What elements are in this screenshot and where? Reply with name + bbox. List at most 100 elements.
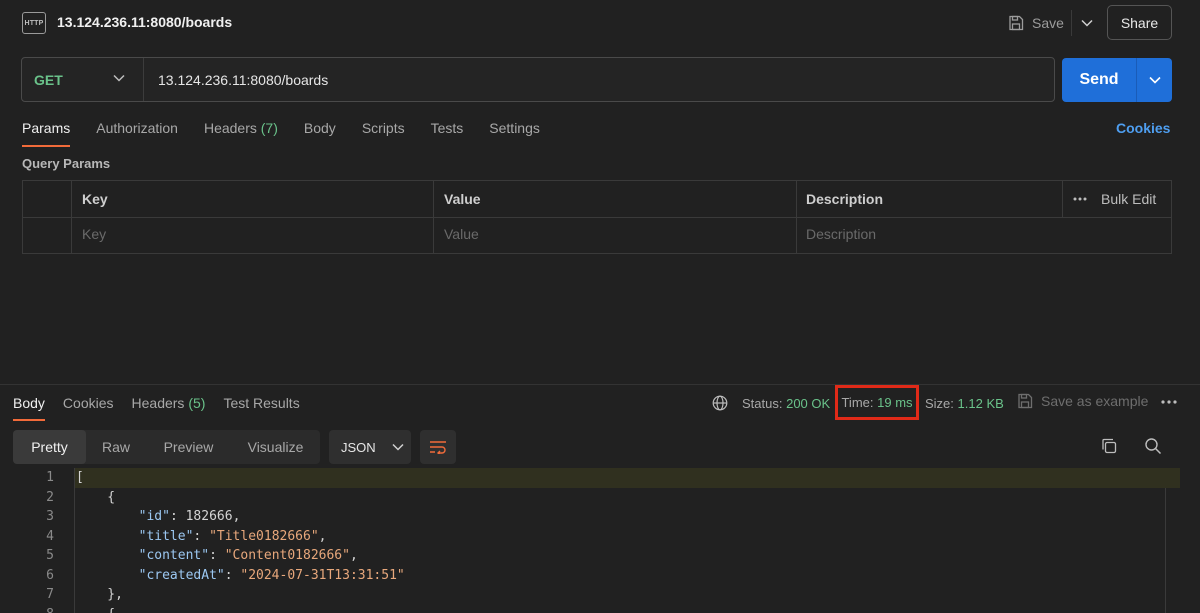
send-button[interactable]: Send xyxy=(1062,58,1136,102)
response-status[interactable]: Status: 200 OK xyxy=(742,396,830,411)
http-icon: HTTP xyxy=(22,12,46,34)
tab-label: Headers xyxy=(203,120,257,136)
share-button[interactable]: Share xyxy=(1107,5,1172,40)
format-select[interactable]: JSON xyxy=(329,430,411,464)
more-options-icon[interactable] xyxy=(1161,400,1177,404)
tab-tests[interactable]: Tests xyxy=(431,120,464,146)
chevron-down-icon xyxy=(392,443,404,451)
query-params-title: Query Params xyxy=(22,156,111,171)
line-number: 1 xyxy=(46,470,54,485)
tab-body[interactable]: Body xyxy=(304,120,336,146)
wrap-lines-button[interactable] xyxy=(420,430,456,464)
line-number: 7 xyxy=(46,587,54,602)
tab-label: Headers xyxy=(131,395,185,411)
tab-scripts[interactable]: Scripts xyxy=(362,120,405,146)
code-text: [ xyxy=(76,470,84,485)
divider xyxy=(143,58,144,101)
tab-test-results[interactable]: Test Results xyxy=(223,395,299,421)
time-label: Time: xyxy=(841,395,874,410)
json-key: "title" xyxy=(138,528,194,544)
tab-response-headers[interactable]: Headers (5) xyxy=(132,395,206,421)
save-options-button[interactable] xyxy=(1071,10,1101,36)
copy-icon[interactable] xyxy=(1100,437,1118,455)
save-icon xyxy=(1018,393,1033,409)
size-label: Size: xyxy=(925,396,954,411)
line-number: 6 xyxy=(46,567,54,583)
search-icon[interactable] xyxy=(1144,437,1162,455)
more-dots-icon xyxy=(1073,197,1087,201)
chevron-down-icon[interactable] xyxy=(113,74,125,82)
code-line: 2 { xyxy=(0,488,1180,508)
code-text: "title": "Title0182666", xyxy=(138,528,327,544)
code-text: "createdAt": "2024-07-31T13:31:51" xyxy=(138,567,405,583)
view-visualize[interactable]: Visualize xyxy=(231,430,320,464)
value-input[interactable]: Value xyxy=(444,226,479,242)
code-line: 6 "createdAt": "2024-07-31T13:31:51" xyxy=(0,566,1180,586)
json-key: "id" xyxy=(138,509,170,524)
divider xyxy=(23,217,1171,218)
divider xyxy=(1062,181,1063,217)
request-tabs: Params Authorization Headers (7) Body Sc… xyxy=(22,120,566,147)
query-params-table: Key Value Description Bulk Edit Key Valu… xyxy=(22,180,1172,254)
status-value: 200 OK xyxy=(786,396,831,411)
url-input[interactable]: 13.124.236.11:8080/boards xyxy=(158,72,328,88)
tab-params[interactable]: Params xyxy=(22,120,71,147)
response-size[interactable]: Size: 1.12 KB xyxy=(925,396,1004,411)
request-name[interactable]: 13.124.236.11:8080/boards xyxy=(57,14,232,30)
column-header-key: Key xyxy=(82,191,108,207)
response-headers-count: (5) xyxy=(188,395,206,411)
line-number: 4 xyxy=(46,528,54,544)
code-line: 4 "title": "Title0182666", xyxy=(0,527,1180,547)
bulk-edit-label: Bulk Edit xyxy=(1101,191,1157,207)
view-mode-group: Pretty Raw Preview Visualize xyxy=(13,430,320,464)
line-number: 2 xyxy=(46,489,54,505)
bulk-edit-button[interactable]: Bulk Edit xyxy=(1073,191,1156,207)
column-header-value: Value xyxy=(444,191,481,207)
json-value: "Title0182666" xyxy=(209,528,319,544)
json-key: "content" xyxy=(138,548,210,563)
method-select[interactable]: GET xyxy=(34,72,63,88)
tab-authorization[interactable]: Authorization xyxy=(96,120,178,146)
code-text: { xyxy=(76,489,116,505)
url-bar: GET 13.124.236.11:8080/boards xyxy=(21,57,1055,102)
headers-count: (7) xyxy=(260,120,278,136)
tab-response-body[interactable]: Body xyxy=(13,395,45,421)
save-icon xyxy=(1009,15,1024,31)
response-time[interactable]: Time: 19 ms xyxy=(835,385,919,420)
tab-settings[interactable]: Settings xyxy=(489,120,540,146)
view-pretty[interactable]: Pretty xyxy=(13,430,86,464)
tab-response-cookies[interactable]: Cookies xyxy=(63,395,114,421)
panel-divider[interactable] xyxy=(0,384,1200,385)
line-number: 5 xyxy=(46,548,54,563)
code-line: 3 "id": 182666, xyxy=(0,507,1180,527)
key-input[interactable]: Key xyxy=(82,226,106,242)
save-as-example-button[interactable]: Save as example xyxy=(1017,393,1148,409)
save-button[interactable]: Save xyxy=(1008,10,1064,36)
code-text: "content": "Content0182666", xyxy=(138,548,358,563)
code-text: { xyxy=(76,605,115,613)
code-line: 8 { xyxy=(0,605,1180,613)
globe-icon[interactable] xyxy=(712,395,728,411)
response-body-editor[interactable]: 1[2 {3 "id": 182666, 4 "title": "Title018… xyxy=(0,468,1200,613)
json-value: "Content0182666" xyxy=(224,548,350,563)
json-value: 182666 xyxy=(185,509,233,524)
request-header: HTTP 13.124.236.11:8080/boards Save Shar… xyxy=(0,0,1200,46)
tab-headers[interactable]: Headers (7) xyxy=(204,120,278,146)
status-label: Status: xyxy=(742,396,783,411)
view-raw[interactable]: Raw xyxy=(86,430,146,464)
send-button-group: Send xyxy=(1062,58,1172,102)
code-text: "id": 182666, xyxy=(138,509,241,524)
description-input[interactable]: Description xyxy=(806,226,876,242)
save-as-example-label: Save as example xyxy=(1041,393,1149,409)
json-value: "2024-07-31T13:31:51" xyxy=(240,567,405,583)
column-header-description: Description xyxy=(806,191,884,207)
cookies-link[interactable]: Cookies xyxy=(1116,120,1170,136)
line-number: 3 xyxy=(46,509,54,524)
view-preview[interactable]: Preview xyxy=(146,430,231,464)
format-label: JSON xyxy=(341,439,376,455)
wrap-lines-icon xyxy=(430,441,446,454)
code-line: 5 "content": "Content0182666", xyxy=(0,546,1180,566)
send-options-button[interactable] xyxy=(1137,58,1172,102)
response-tabs: Body Cookies Headers (5) Test Results xyxy=(13,395,318,421)
vertical-scrollbar[interactable] xyxy=(1165,488,1166,613)
